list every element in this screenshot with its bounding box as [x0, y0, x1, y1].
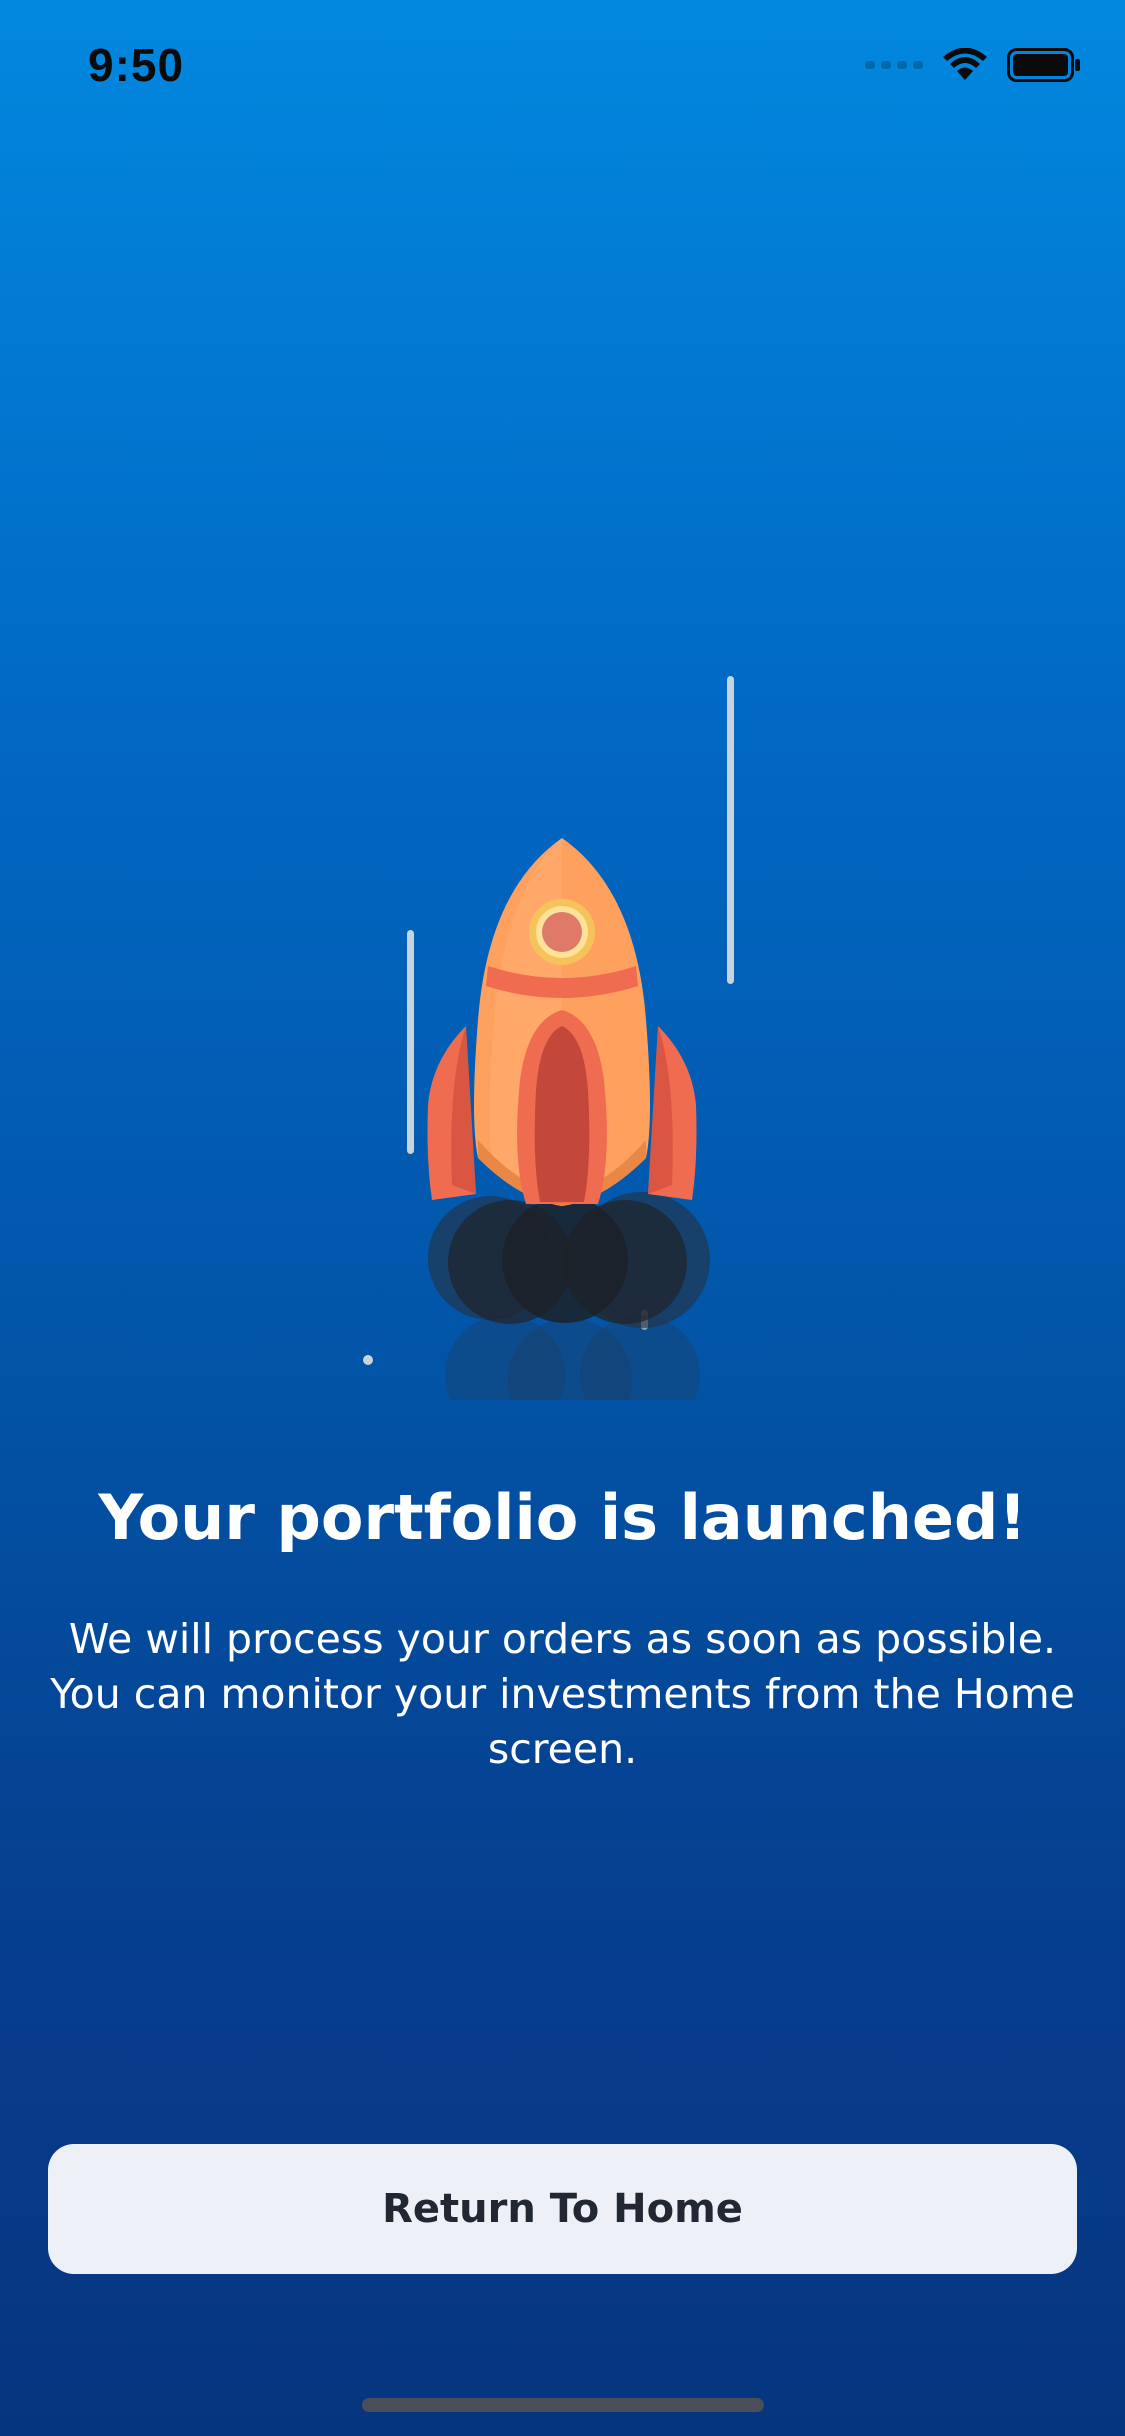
return-to-home-button[interactable]: Return To Home [48, 2144, 1077, 2274]
smoke-icon [428, 1192, 710, 1442]
confirmation-message: We will process your orders as soon as p… [50, 1615, 1075, 1773]
rocket-icon [363, 676, 734, 1442]
status-time: 9:50 [88, 39, 185, 91]
dust-particle-icon [363, 1355, 373, 1365]
battery-icon [1007, 48, 1080, 82]
page-title: Your portfolio is launched! [98, 1481, 1027, 1554]
wifi-icon [943, 48, 987, 80]
speed-line-icon [407, 930, 414, 1154]
speed-line-icon [727, 676, 734, 984]
home-indicator[interactable] [362, 2398, 764, 2412]
launch-illustration [0, 640, 1125, 1442]
cellular-signal-icon [865, 61, 923, 69]
status-icons [865, 48, 1081, 82]
status-bar: 9:50 [0, 0, 1125, 140]
